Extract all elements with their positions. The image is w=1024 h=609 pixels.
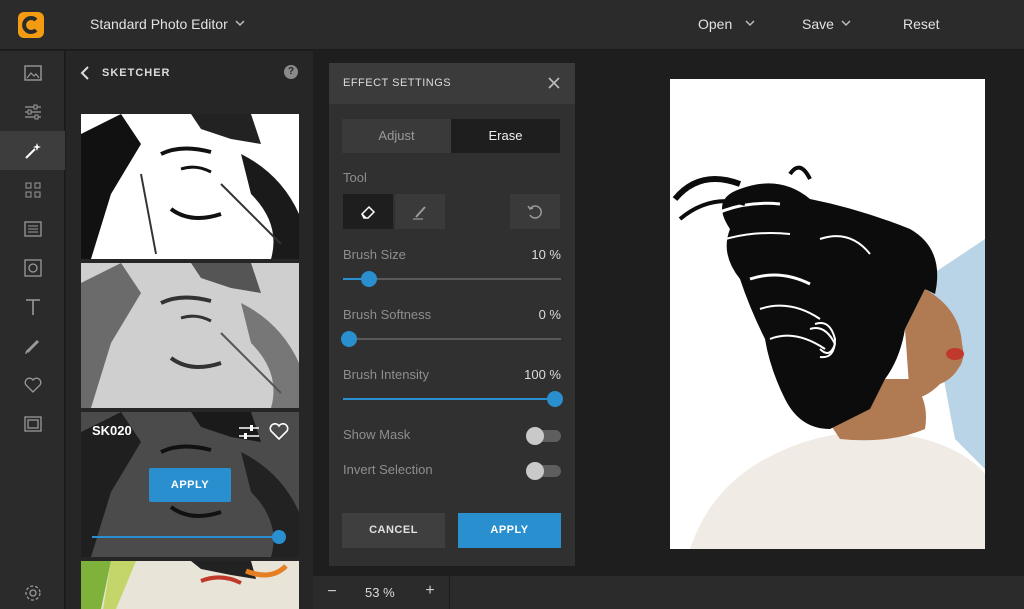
divider [449,576,450,609]
zoom-bar: − 53 % + [313,576,1024,609]
chevron-down-icon[interactable] [840,17,852,29]
apply-effect-button[interactable]: APPLY [149,468,231,502]
tool-text[interactable] [0,287,65,326]
sketch-preview-image [81,114,299,259]
left-toolbar [0,51,65,609]
slider-knob[interactable] [341,331,357,347]
brush-softness-slider[interactable] [341,331,561,347]
brush-size-value: 10 % [531,247,561,262]
tool-stickers[interactable] [0,365,65,404]
invert-selection-label: Invert Selection [343,462,433,477]
invert-selection-toggle[interactable] [526,462,561,480]
effect-intensity-knob[interactable] [272,530,286,544]
toggle-knob [526,462,544,480]
image-icon [23,64,42,81]
restore-brush-button[interactable] [395,194,445,229]
tool-collage[interactable] [0,170,65,209]
tool-effects[interactable] [0,131,65,170]
sketcher-panel: SKETCHER ? SK020 APPLY [66,51,313,609]
sliders-icon [24,104,41,119]
brush-icon [24,339,39,354]
chevron-down-icon[interactable] [234,17,246,29]
app-title[interactable]: Standard Photo Editor [90,16,228,32]
effect-settings-header: EFFECT SETTINGS [329,63,575,104]
app-logo-icon[interactable] [18,12,44,38]
reset-button[interactable]: Reset [903,16,940,32]
brush-softness-value: 0 % [538,307,561,322]
sketch-thumbnail[interactable] [81,263,299,408]
sketch-preview-image [81,263,299,408]
tool-label: Tool [343,170,367,185]
toggle-knob [526,427,544,445]
edited-photo [670,79,985,549]
tool-image[interactable] [0,53,65,92]
slider-knob[interactable] [361,271,378,287]
sketch-thumbnail[interactable] [81,114,299,259]
mode-tabs: Adjust Erase [342,119,560,153]
open-menu[interactable]: Open [698,16,732,32]
tool-adjust[interactable] [0,92,65,131]
tool-settings[interactable] [0,573,65,609]
help-icon[interactable]: ? [284,65,298,79]
brush-size-slider[interactable] [343,271,561,287]
brush-softness-label: Brush Softness [343,307,432,322]
brush-intensity-slider[interactable] [343,391,563,407]
frame-icon [23,258,42,277]
brush-icon [413,205,426,220]
effect-settings-panel: EFFECT SETTINGS Adjust Erase Tool Brush … [329,63,575,566]
texture-icon [23,220,42,237]
panel-title: SKETCHER [102,67,171,79]
border-icon [23,415,42,432]
eraser-tool-button[interactable] [343,194,393,229]
tab-adjust[interactable]: Adjust [342,119,451,153]
chevron-down-icon[interactable] [744,17,756,29]
top-bar: Standard Photo Editor Open Save Reset [0,0,1024,50]
back-arrow-icon[interactable] [78,65,92,81]
tool-frame[interactable] [0,248,65,287]
undo-icon [527,204,542,219]
sketch-thumbnail[interactable] [81,561,299,609]
brush-intensity-label: Brush Intensity [343,367,429,382]
brush-intensity-value: 100 % [524,367,561,382]
heart-icon [24,377,41,393]
save-menu[interactable]: Save [802,16,834,32]
brush-size-label: Brush Size [343,247,406,262]
sketch-preview-image [81,561,288,609]
text-icon [25,298,40,315]
photo-canvas[interactable] [670,79,985,549]
magic-wand-icon [24,142,41,159]
cancel-button[interactable]: CANCEL [342,513,445,548]
settings-icon [24,584,41,601]
close-icon[interactable] [547,76,561,90]
sketch-name: SK020 [92,423,132,438]
zoom-level: 53 % [365,585,395,600]
show-mask-label: Show Mask [343,427,411,442]
slider-knob[interactable] [547,391,563,407]
favorite-heart-icon[interactable] [269,423,289,441]
zoom-out-button[interactable]: − [323,583,341,601]
tool-border[interactable] [0,404,65,443]
effect-settings-title: EFFECT SETTINGS [343,77,452,89]
sketch-thumbnail-selected[interactable]: SK020 APPLY [81,412,299,557]
sketcher-header: SKETCHER ? [66,51,313,95]
slider-fill [343,398,561,400]
reset-tool-button[interactable] [510,194,560,229]
zoom-in-button[interactable]: + [421,582,439,600]
tool-draw[interactable] [0,326,65,365]
grid-icon [25,182,40,197]
adjust-settings-icon[interactable] [238,424,260,440]
tool-texture[interactable] [0,209,65,248]
effect-intensity-slider[interactable] [92,536,282,538]
eraser-icon [361,205,376,219]
show-mask-toggle[interactable] [526,427,561,445]
apply-button[interactable]: APPLY [458,513,561,548]
tab-erase[interactable]: Erase [451,119,560,153]
